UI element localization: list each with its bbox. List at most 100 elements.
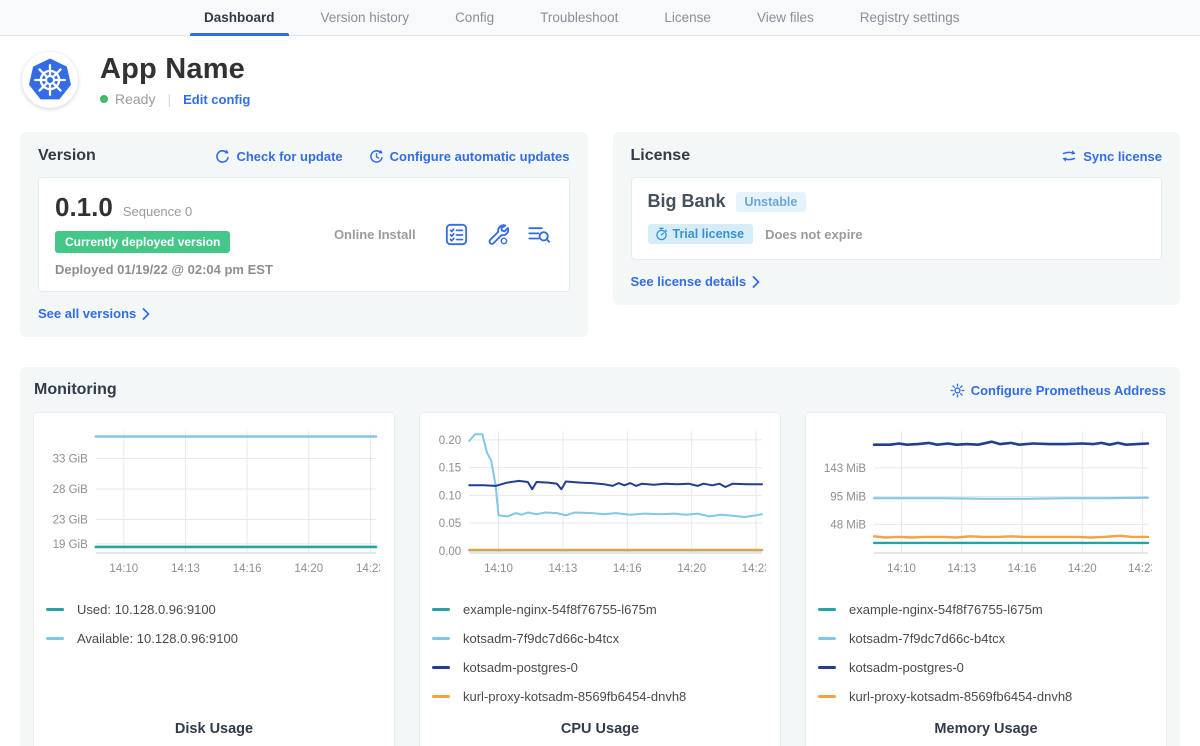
- svg-text:14:23: 14:23: [1128, 563, 1152, 575]
- legend-swatch: [818, 608, 836, 611]
- gear-icon: [950, 383, 965, 398]
- tab-registry-settings[interactable]: Registry settings: [846, 0, 974, 35]
- legend-label: example-nginx-54f8f76755-l675m: [849, 602, 1043, 617]
- status-dot: [100, 95, 108, 103]
- sync-license-link[interactable]: Sync license: [1061, 149, 1162, 164]
- legend-item: example-nginx-54f8f76755-l675m: [818, 602, 1154, 617]
- svg-text:14:20: 14:20: [1068, 563, 1097, 575]
- legend-item: Available: 10.128.0.96:9100: [46, 631, 382, 646]
- memory-usage-chart: 14:1014:1314:1614:2014:2348 MiB95 MiB143…: [818, 425, 1154, 588]
- memory-usage-title: Memory Usage: [818, 721, 1154, 737]
- svg-text:14:16: 14:16: [233, 563, 262, 575]
- svg-text:14:16: 14:16: [1008, 563, 1037, 575]
- version-card: Version Check for update Configure au: [20, 132, 588, 337]
- svg-text:0.00: 0.00: [439, 546, 461, 558]
- svg-text:19 GiB: 19 GiB: [53, 539, 88, 551]
- legend-swatch: [432, 695, 450, 698]
- tab-license[interactable]: License: [650, 0, 725, 35]
- trial-license-badge: Trial license: [648, 224, 754, 244]
- svg-text:14:10: 14:10: [484, 563, 513, 575]
- svg-text:143 MiB: 143 MiB: [824, 463, 867, 475]
- stopwatch-icon: [655, 227, 668, 241]
- cpu-usage-legend: example-nginx-54f8f76755-l675m kotsadm-7f…: [432, 602, 768, 718]
- license-panel: Big Bank Unstable Trial license: [631, 177, 1163, 260]
- view-logs-icon[interactable]: [527, 223, 551, 246]
- svg-text:14:16: 14:16: [613, 563, 642, 575]
- svg-text:28 GiB: 28 GiB: [53, 484, 88, 496]
- deployed-timestamp: Deployed 01/19/22 @ 02:04 pm EST: [55, 262, 305, 277]
- legend-item: Used: 10.128.0.96:9100: [46, 602, 382, 617]
- legend-swatch: [432, 666, 450, 669]
- legend-label: example-nginx-54f8f76755-l675m: [463, 602, 657, 617]
- current-version-panel: 0.1.0 Sequence 0 Currently deployed vers…: [38, 177, 570, 292]
- legend-item: kotsadm-7f9dc7d66c-b4tcx: [818, 631, 1154, 646]
- edit-config-link[interactable]: Edit config: [183, 92, 250, 107]
- configure-prometheus-link[interactable]: Configure Prometheus Address: [950, 383, 1166, 398]
- configure-automatic-updates-link[interactable]: Configure automatic updates: [369, 149, 570, 164]
- disk-usage-title: Disk Usage: [46, 721, 382, 737]
- legend-label: kurl-proxy-kotsadm-8569fb6454-dnvh8: [463, 689, 686, 704]
- chevron-right-icon: [752, 276, 760, 288]
- clock-refresh-icon: [369, 149, 384, 164]
- legend-label: kotsadm-postgres-0: [463, 660, 578, 675]
- license-card: License Sync license Big Bank Unstable: [613, 132, 1181, 305]
- legend-item: kurl-proxy-kotsadm-8569fb6454-dnvh8: [818, 689, 1154, 704]
- legend-swatch: [432, 637, 450, 640]
- legend-swatch: [818, 666, 836, 669]
- cpu-usage-chart: 14:1014:1314:1614:2014:230.000.050.100.1…: [432, 425, 768, 588]
- legend-item: kurl-proxy-kotsadm-8569fb6454-dnvh8: [432, 689, 768, 704]
- legend-label: kotsadm-postgres-0: [849, 660, 964, 675]
- disk-usage-panel: 14:1014:1314:1614:2014:2319 GiB23 GiB28 …: [34, 413, 394, 746]
- cpu-usage-title: CPU Usage: [432, 721, 768, 737]
- legend-label: Available: 10.128.0.96:9100: [77, 631, 238, 646]
- svg-text:0.10: 0.10: [439, 490, 461, 502]
- legend-label: kotsadm-7f9dc7d66c-b4tcx: [849, 631, 1005, 646]
- legend-label: Used: 10.128.0.96:9100: [77, 602, 216, 617]
- see-all-versions-link[interactable]: See all versions: [38, 306, 150, 321]
- see-license-details-link[interactable]: See license details: [631, 274, 761, 289]
- top-nav: Dashboard Version history Config Troublesho…: [0, 0, 1200, 36]
- app-logo: [22, 52, 78, 108]
- preflight-checks-icon[interactable]: [445, 223, 468, 246]
- legend-label: kurl-proxy-kotsadm-8569fb6454-dnvh8: [849, 689, 1072, 704]
- svg-text:14:13: 14:13: [171, 563, 200, 575]
- legend-item: kotsadm-postgres-0: [432, 660, 768, 675]
- version-card-title: Version: [38, 147, 96, 165]
- legend-label: kotsadm-7f9dc7d66c-b4tcx: [463, 631, 619, 646]
- chevron-right-icon: [142, 308, 150, 320]
- legend-item: kotsadm-postgres-0: [818, 660, 1154, 675]
- tab-config[interactable]: Config: [441, 0, 508, 35]
- config-wrench-icon[interactable]: [486, 223, 509, 246]
- memory-usage-panel: 14:1014:1314:1614:2014:2348 MiB95 MiB143…: [806, 413, 1166, 746]
- legend-swatch: [46, 637, 64, 640]
- legend-swatch: [818, 637, 836, 640]
- svg-text:14:10: 14:10: [109, 563, 138, 575]
- svg-text:14:23: 14:23: [356, 563, 380, 575]
- license-customer: Big Bank: [648, 191, 726, 212]
- kubernetes-icon: [27, 57, 73, 103]
- svg-text:0.20: 0.20: [439, 435, 461, 447]
- check-for-update-link[interactable]: Check for update: [215, 149, 342, 164]
- license-expiry: Does not expire: [765, 227, 863, 242]
- memory-usage-legend: example-nginx-54f8f76755-l675m kotsadm-7f…: [818, 602, 1154, 718]
- deployed-badge: Currently deployed version: [55, 231, 230, 253]
- app-header: App Name Ready | Edit config: [0, 36, 1200, 108]
- svg-text:14:23: 14:23: [742, 563, 766, 575]
- tab-dashboard[interactable]: Dashboard: [190, 0, 289, 35]
- version-sequence: Sequence 0: [123, 204, 192, 219]
- disk-usage-legend: Used: 10.128.0.96:9100 Available: 10.128.…: [46, 602, 382, 660]
- refresh-icon: [215, 149, 230, 164]
- svg-text:23 GiB: 23 GiB: [53, 514, 88, 526]
- svg-text:14:13: 14:13: [549, 563, 578, 575]
- divider: |: [167, 91, 171, 107]
- tab-view-files[interactable]: View files: [743, 0, 828, 35]
- tab-version-history[interactable]: Version history: [307, 0, 424, 35]
- svg-text:14:20: 14:20: [677, 563, 706, 575]
- legend-swatch: [46, 608, 64, 611]
- tab-troubleshoot[interactable]: Troubleshoot: [526, 0, 632, 35]
- svg-text:95 MiB: 95 MiB: [830, 491, 866, 503]
- sync-icon: [1061, 149, 1077, 163]
- disk-usage-chart: 14:1014:1314:1614:2014:2319 GiB23 GiB28 …: [46, 425, 382, 588]
- monitoring-card: Monitoring Configure Prometheus Address: [20, 367, 1180, 746]
- svg-text:48 MiB: 48 MiB: [830, 519, 866, 531]
